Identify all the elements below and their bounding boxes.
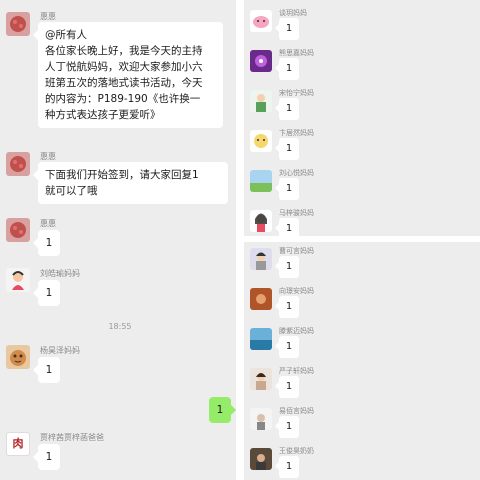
avatar[interactable] <box>250 50 272 72</box>
person-avatar-icon <box>250 248 272 270</box>
sender-name: 向璟安妈妈 <box>279 287 314 295</box>
sender-name: 惠惠 <box>40 219 56 228</box>
avatar[interactable] <box>6 268 30 292</box>
message-bubble[interactable]: 1 <box>275 18 299 40</box>
avatar[interactable] <box>250 10 272 32</box>
avatar[interactable] <box>250 210 272 232</box>
message-bubble[interactable]: 1 <box>33 230 60 256</box>
message-bubble[interactable]: 1 <box>275 456 299 478</box>
sender-name: 王俊昊奶奶 <box>279 447 314 455</box>
avatar-image-icon <box>6 12 30 36</box>
message-line: 种方式表达孩子更爱听》 <box>45 109 161 121</box>
avatar-text: 肉 <box>12 437 24 450</box>
sender-name: 易佰言妈妈 <box>279 407 314 415</box>
avatar[interactable] <box>6 12 30 36</box>
sender-name: 贾梓茜贾梓菡爸爸 <box>40 433 104 442</box>
sender-name: 马梓骏妈妈 <box>279 209 314 217</box>
photo-avatar-icon <box>250 288 272 310</box>
message-line: 班第五次的落地式读书活动，今天 <box>45 77 203 89</box>
divider <box>236 0 244 480</box>
avatar[interactable] <box>250 130 272 152</box>
sender-name: 曹可言妈妈 <box>279 247 314 255</box>
message-bubble[interactable]: 1 <box>275 416 299 438</box>
list-item: 谈玥妈妈 1 <box>244 6 480 46</box>
screenshot-collage: 惠惠 @所有人 各位家长晚上好，我是今天的主持 人丁悦航妈妈，欢迎大家参加小六 … <box>0 0 480 480</box>
divider <box>244 236 480 242</box>
girl-avatar-icon <box>250 210 272 232</box>
list-item: 熊思嘉妈妈 1 <box>244 46 480 86</box>
purple-avatar-icon <box>250 50 272 72</box>
list-item: 卞居然妈妈 1 <box>244 126 480 166</box>
sender-name: 刘皓瑜妈妈 <box>40 269 80 278</box>
message-bubble[interactable]: 1 <box>275 296 299 318</box>
message-bubble[interactable]: 1 <box>33 280 60 306</box>
avatar[interactable] <box>250 408 272 430</box>
message-line: 人丁悦航妈妈，欢迎大家参加小六 <box>45 61 203 73</box>
message-bubble[interactable]: 1 <box>33 444 60 470</box>
avatar[interactable] <box>250 448 272 470</box>
avatar-image-icon <box>6 218 30 242</box>
list-item: 易佰言妈妈 1 <box>244 404 480 444</box>
list-item: 滕紫迈妈妈 1 <box>244 324 480 364</box>
message-line: 的内容为：P189-190《也许换一 <box>45 93 201 105</box>
avatar[interactable] <box>250 90 272 112</box>
avatar[interactable]: 肉 <box>6 432 30 456</box>
photo-avatar-icon <box>250 448 272 470</box>
message-bubble[interactable]: 1 <box>275 58 299 80</box>
avatar[interactable] <box>250 328 272 350</box>
sender-name: 滕紫迈妈妈 <box>279 327 314 335</box>
list-item: 严子轩妈妈 1 <box>244 364 480 404</box>
person-avatar-icon <box>250 90 272 112</box>
message-bubble[interactable]: 1 <box>275 178 299 200</box>
avatar[interactable] <box>6 345 30 369</box>
list-item: 向璟安妈妈 1 <box>244 284 480 324</box>
sender-name: 熊思嘉妈妈 <box>279 49 314 57</box>
message-line: @所有人 <box>45 29 87 41</box>
avatar-image-icon <box>6 152 30 176</box>
list-item: 刘心悦妈妈 1 <box>244 166 480 206</box>
sender-name: 惠惠 <box>40 152 56 161</box>
sea-avatar-icon <box>250 328 272 350</box>
pig-avatar-icon <box>250 10 272 32</box>
message-line: 就可以了哦 <box>45 185 98 197</box>
message-bubble[interactable]: @所有人 各位家长晚上好，我是今天的主持 人丁悦航妈妈，欢迎大家参加小六 班第五… <box>33 22 223 128</box>
sender-name: 惠惠 <box>40 12 56 21</box>
avatar[interactable] <box>250 368 272 390</box>
cartoon-avatar-icon <box>6 345 30 369</box>
list-item: 曹可言妈妈 1 <box>244 244 480 284</box>
sender-name: 卞居然妈妈 <box>279 129 314 137</box>
sender-name: 刘心悦妈妈 <box>279 169 314 177</box>
cartoon-avatar-icon <box>6 268 30 292</box>
message-bubble[interactable]: 1 <box>275 138 299 160</box>
message-bubble[interactable]: 下面我们开始签到，请大家回复1 就可以了哦 <box>33 162 228 204</box>
message-timestamp: 18:55 <box>108 322 132 331</box>
sender-name: 杨昊泽妈妈 <box>40 346 80 355</box>
message-bubble[interactable]: 1 <box>275 376 299 398</box>
message-bubble[interactable]: 1 <box>275 336 299 358</box>
list-item: 王俊昊奶奶 1 <box>244 444 480 480</box>
avatar[interactable] <box>250 170 272 192</box>
message-bubble[interactable]: 1 <box>275 98 299 120</box>
self-message-bubble[interactable]: 1 <box>209 397 236 423</box>
sender-name: 谈玥妈妈 <box>279 9 307 17</box>
sender-name: 严子轩妈妈 <box>279 367 314 375</box>
landscape-avatar-icon <box>250 170 272 192</box>
message-line: 各位家长晚上好，我是今天的主持 <box>45 45 203 57</box>
avatar[interactable] <box>250 248 272 270</box>
left-chat-panel[interactable]: 惠惠 @所有人 各位家长晚上好，我是今天的主持 人丁悦航妈妈，欢迎大家参加小六 … <box>0 0 240 480</box>
avatar[interactable] <box>6 152 30 176</box>
cartoon-avatar-icon <box>250 130 272 152</box>
avatar[interactable] <box>250 288 272 310</box>
list-item: 宋怡宁妈妈 1 <box>244 86 480 126</box>
sender-name: 宋怡宁妈妈 <box>279 89 314 97</box>
person-avatar-icon <box>250 368 272 390</box>
message-line: 下面我们开始签到，请大家回复1 <box>45 169 199 181</box>
message-bubble[interactable]: 1 <box>275 256 299 278</box>
message-bubble[interactable]: 1 <box>33 357 60 383</box>
avatar[interactable] <box>6 218 30 242</box>
person-avatar-icon <box>250 408 272 430</box>
